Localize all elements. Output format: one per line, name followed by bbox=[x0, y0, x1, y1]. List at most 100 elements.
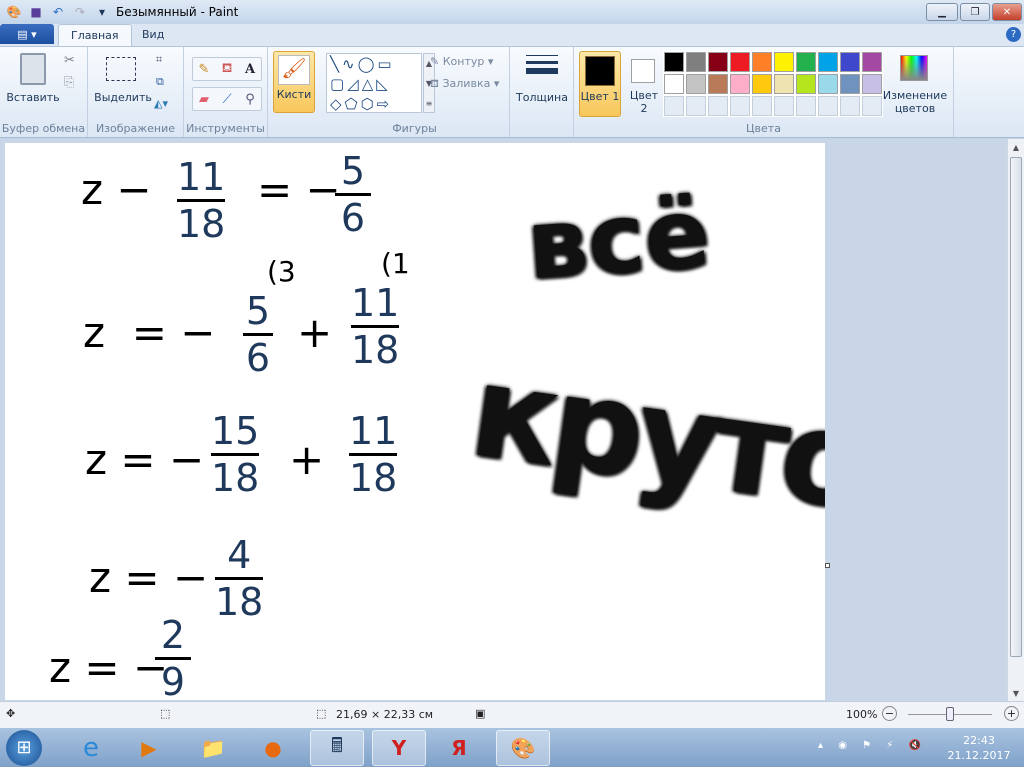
text-tool-icon[interactable]: A bbox=[240, 59, 260, 79]
edit-colors-icon[interactable] bbox=[900, 55, 928, 81]
taskbar-paint-icon[interactable]: 🎨 bbox=[496, 730, 550, 766]
palette-swatch[interactable] bbox=[751, 51, 773, 73]
custom-color-slot[interactable] bbox=[707, 95, 729, 117]
custom-color-slot[interactable] bbox=[773, 95, 795, 117]
taskbar-calculator-icon[interactable]: 🖩 bbox=[310, 730, 364, 766]
file-menu-button[interactable]: ▤ ▾ bbox=[0, 24, 54, 44]
palette-swatch[interactable] bbox=[861, 51, 883, 73]
custom-color-slot[interactable] bbox=[685, 95, 707, 117]
select-icon[interactable] bbox=[106, 57, 136, 81]
color1-swatch bbox=[585, 56, 615, 86]
pencil-icon[interactable]: ✎ bbox=[194, 59, 214, 79]
custom-color-slot[interactable] bbox=[795, 95, 817, 117]
window-title: Безымянный - Paint bbox=[116, 5, 239, 19]
shapes-gallery[interactable]: ╲∿◯▭ ▢◿△◺ ◇⬠⬡⇨ bbox=[326, 53, 422, 113]
tab-home[interactable]: Главная bbox=[58, 24, 132, 46]
colors-group-label: Цвета bbox=[746, 122, 781, 135]
palette-swatch[interactable] bbox=[707, 73, 729, 95]
custom-color-slot[interactable] bbox=[751, 95, 773, 117]
zoom-out-button[interactable]: − bbox=[882, 706, 897, 721]
custom-color-slot[interactable] bbox=[839, 95, 861, 117]
palette-swatch[interactable] bbox=[795, 51, 817, 73]
brushes-button[interactable]: 🖌 Кисти bbox=[273, 51, 315, 113]
cut-icon[interactable]: ✂ bbox=[64, 53, 75, 68]
palette-swatch[interactable] bbox=[663, 73, 685, 95]
eq4-num1: 4 bbox=[227, 533, 252, 577]
palette-swatch[interactable] bbox=[663, 51, 685, 73]
color1-button[interactable]: Цвет 1 bbox=[579, 51, 621, 117]
copy-icon[interactable]: ⎘ bbox=[64, 75, 74, 90]
size-button[interactable]: Толщина bbox=[510, 91, 574, 104]
custom-color-slot[interactable] bbox=[817, 95, 839, 117]
drawing-canvas[interactable]: z − 11 18 = − 56 z = − 56 (3 + 11 18 (1 z … bbox=[5, 143, 825, 700]
palette-swatch[interactable] bbox=[685, 51, 707, 73]
customize-quick-access-icon[interactable]: ▾ bbox=[94, 4, 110, 20]
palette-swatch[interactable] bbox=[839, 51, 861, 73]
eraser-icon[interactable]: ▰ bbox=[194, 89, 214, 109]
taskbar-yandex-browser-icon[interactable]: Y bbox=[372, 730, 426, 766]
scroll-thumb[interactable] bbox=[1010, 157, 1022, 657]
eq1-lhs: z − bbox=[81, 165, 152, 214]
resize-icon[interactable]: ⧉ bbox=[156, 75, 164, 89]
palette-swatch[interactable] bbox=[817, 73, 839, 95]
taskbar-firefox-icon[interactable]: ● bbox=[246, 730, 300, 766]
zoom-slider-thumb[interactable] bbox=[946, 707, 954, 721]
tray-icons[interactable]: ▴ ◉ ⚑ ⚡ 🔇 bbox=[818, 740, 927, 751]
tools-group: ✎ ⛾ A ▰ ⟋ ⚲ Инструменты bbox=[184, 47, 268, 137]
paste-button[interactable]: Вставить bbox=[4, 91, 62, 104]
color2-label: Цвет 2 bbox=[629, 89, 659, 115]
eq5-lhs: z = − bbox=[49, 643, 169, 692]
restore-button[interactable]: ❐ bbox=[960, 3, 990, 21]
custom-color-slot[interactable] bbox=[663, 95, 685, 117]
clipboard-group-label: Буфер обмена bbox=[1, 122, 86, 135]
vertical-scrollbar[interactable]: ▲ ▼ bbox=[1007, 139, 1024, 701]
palette-swatch[interactable] bbox=[861, 73, 883, 95]
custom-color-slot[interactable] bbox=[729, 95, 751, 117]
palette-swatch[interactable] bbox=[817, 51, 839, 73]
palette-swatch[interactable] bbox=[773, 51, 795, 73]
clock[interactable]: 22:43 21.12.2017 bbox=[944, 733, 1014, 763]
color2-button[interactable]: Цвет 2 bbox=[626, 51, 664, 117]
palette-swatch[interactable] bbox=[729, 51, 751, 73]
canvas-size: 21,69 × 22,33 см bbox=[336, 708, 434, 721]
save-icon[interactable]: ■ bbox=[28, 4, 44, 20]
size-icon[interactable] bbox=[526, 55, 558, 74]
select-button[interactable]: Выделить bbox=[92, 91, 154, 104]
help-icon[interactable]: ? bbox=[1006, 27, 1021, 42]
paint-app-icon[interactable]: 🎨 bbox=[6, 4, 22, 20]
magnifier-icon[interactable]: ⚲ bbox=[240, 89, 260, 109]
color-picker-icon[interactable]: ⟋ bbox=[217, 89, 237, 109]
palette-swatch[interactable] bbox=[751, 73, 773, 95]
rotate-icon[interactable]: ◭▾ bbox=[154, 97, 168, 110]
taskbar-explorer-icon[interactable]: 📁 bbox=[186, 730, 240, 766]
selection-size-icon: ⬚ bbox=[160, 707, 171, 720]
outline-button[interactable]: ✎ Контур ▾ bbox=[430, 55, 493, 68]
eq1-den2: 6 bbox=[340, 196, 366, 240]
edit-colors-button[interactable]: Изменение цветов bbox=[880, 89, 950, 115]
zoom-in-button[interactable]: + bbox=[1004, 706, 1019, 721]
paste-icon[interactable] bbox=[20, 53, 46, 85]
undo-icon[interactable]: ↶ bbox=[50, 4, 66, 20]
fill-button[interactable]: ⛾ Заливка ▾ bbox=[430, 77, 499, 92]
taskbar-ie-icon[interactable]: e bbox=[64, 730, 118, 766]
palette-swatch[interactable] bbox=[707, 51, 729, 73]
eq2-lhs: z = − bbox=[83, 308, 216, 357]
crop-icon[interactable]: ⌗ bbox=[156, 53, 162, 67]
palette-swatch[interactable] bbox=[839, 73, 861, 95]
palette-swatch[interactable] bbox=[685, 73, 707, 95]
eq3-num1: 15 bbox=[211, 409, 260, 453]
palette-swatch[interactable] bbox=[773, 73, 795, 95]
eq2-num1: 5 bbox=[245, 289, 271, 333]
palette-swatch[interactable] bbox=[795, 73, 817, 95]
tab-view[interactable]: Вид bbox=[130, 24, 176, 46]
taskbar-yandex-icon[interactable]: Я bbox=[432, 730, 486, 766]
start-button[interactable]: ⊞ bbox=[6, 730, 42, 766]
taskbar-media-player-icon[interactable]: ▶ bbox=[122, 730, 176, 766]
canvas-resize-handle[interactable] bbox=[825, 563, 830, 568]
custom-color-slot[interactable] bbox=[861, 95, 883, 117]
fill-bucket-icon[interactable]: ⛾ bbox=[217, 59, 237, 79]
palette-swatch[interactable] bbox=[729, 73, 751, 95]
close-button[interactable]: ✕ bbox=[992, 3, 1022, 21]
redo-icon[interactable]: ↷ bbox=[72, 4, 88, 20]
minimize-button[interactable]: ▁ bbox=[926, 3, 958, 21]
